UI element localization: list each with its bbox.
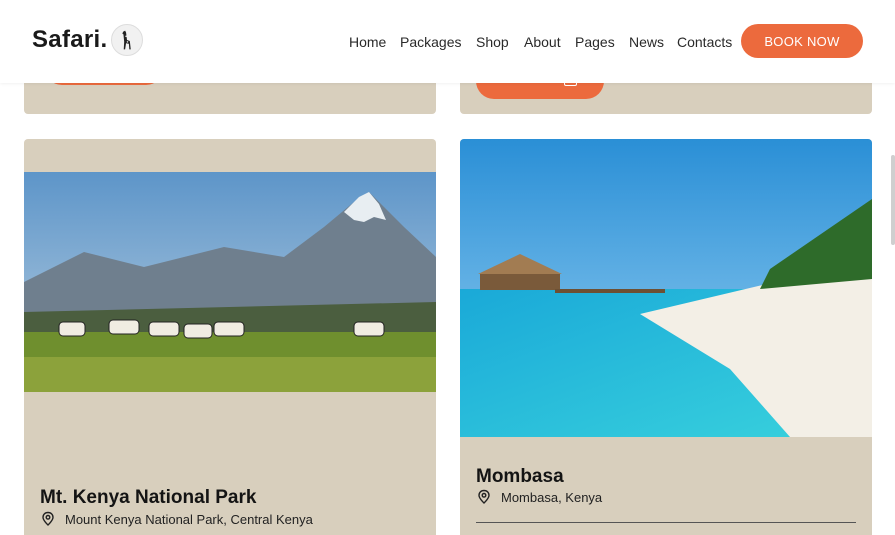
card-location-text: Mombasa, Kenya <box>501 489 603 505</box>
site-header: Safari. Home Packages Shop About Pages N… <box>0 0 895 83</box>
brand-logo[interactable]: Safari. <box>32 24 144 56</box>
nav-item-shop[interactable]: Shop <box>476 34 509 50</box>
divider <box>476 522 856 523</box>
card-location: Mombasa, Kenya <box>476 489 602 505</box>
card-location-text: Mount Kenya National Park, Central Kenya <box>65 511 313 527</box>
card-title[interactable]: Mombasa <box>476 466 564 488</box>
scrollbar[interactable] <box>891 155 895 245</box>
tour-card-mombasa[interactable]: Mombasa Mombasa, Kenya <box>460 139 872 535</box>
nav-item-contacts[interactable]: Contacts <box>677 34 732 50</box>
nav-item-packages[interactable]: Packages <box>400 34 461 50</box>
book-now-button[interactable]: BOOK NOW <box>741 24 863 58</box>
mombasa-beach-image <box>460 139 872 437</box>
tour-card-kenya[interactable]: Mt. Kenya National Park Mount Kenya Nati… <box>24 139 436 535</box>
map-pin-icon <box>478 489 490 504</box>
nav-item-news[interactable]: News <box>629 34 664 50</box>
giraffe-icon <box>111 24 144 56</box>
kenya-landscape-image <box>24 172 436 392</box>
nav-item-about[interactable]: About <box>524 34 561 50</box>
map-pin-icon <box>42 511 54 526</box>
card-title[interactable]: Mt. Kenya National Park <box>40 487 256 509</box>
nav-item-home[interactable]: Home <box>349 34 386 50</box>
brand-name: Safari. <box>32 26 108 53</box>
card-location: Mount Kenya National Park, Central Kenya <box>40 511 313 527</box>
nav-item-pages[interactable]: Pages <box>575 34 615 50</box>
